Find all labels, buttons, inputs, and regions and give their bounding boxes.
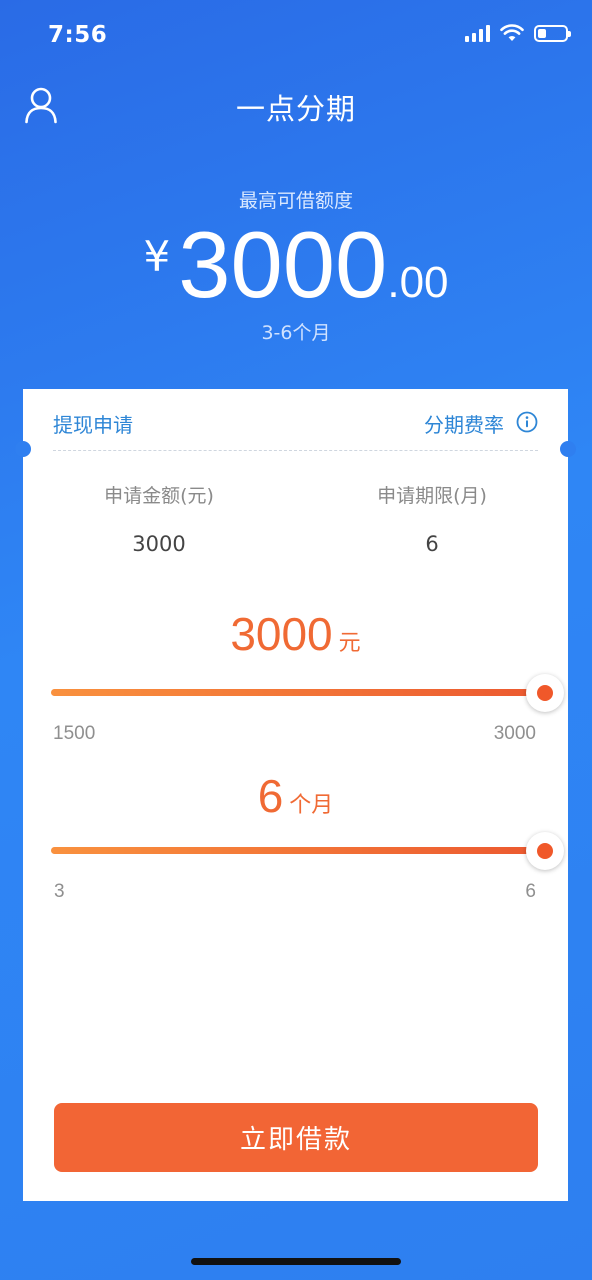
- home-indicator[interactable]: [191, 1258, 401, 1265]
- installment-rate-link[interactable]: 分期费率: [424, 409, 504, 438]
- selected-term-unit: 个月: [289, 793, 334, 818]
- withdraw-application-tab[interactable]: 提现申请: [53, 409, 133, 438]
- selected-amount-number: 3000: [230, 608, 333, 660]
- credit-term-range: 3-6个月: [261, 322, 331, 344]
- term-slider-fill: [51, 847, 531, 854]
- app-header: 一点分期: [0, 80, 592, 130]
- selected-amount-unit: 元: [338, 631, 361, 656]
- status-bar: 7:56: [0, 0, 592, 70]
- page-title: 一点分期: [235, 92, 356, 126]
- requested-amount-value: 3000: [132, 532, 186, 556]
- requested-amount-label: 申请金额(元): [104, 485, 214, 507]
- credit-limit-amount: ¥3000.00: [0, 218, 592, 312]
- card-header: 提现申请 分期费率: [53, 389, 538, 451]
- selected-amount-display: 3000 元: [23, 607, 568, 661]
- term-slider-handle[interactable]: [526, 832, 564, 870]
- requested-term-column: 申请期限(月) 6: [322, 481, 542, 556]
- status-time: 7:56: [48, 22, 108, 48]
- amount-slider-handle[interactable]: [526, 674, 564, 712]
- requested-amount-column: 申请金额(元) 3000: [49, 481, 269, 556]
- amount-min-label: 1500: [53, 723, 96, 744]
- borrow-now-button[interactable]: 立即借款: [54, 1103, 538, 1172]
- card-notch-left: [15, 441, 31, 457]
- amount-slider-track: [51, 689, 531, 696]
- info-circle-icon[interactable]: [516, 411, 538, 433]
- wifi-icon: [500, 24, 524, 41]
- term-min-label: 3: [54, 881, 65, 902]
- requested-term-label: 申请期限(月): [377, 485, 487, 507]
- credit-limit-decimal: .00: [387, 258, 449, 307]
- credit-limit-integer: 3000: [178, 212, 388, 317]
- term-max-label: 6: [525, 881, 536, 902]
- term-slider[interactable]: [51, 831, 564, 871]
- amount-max-label: 3000: [493, 723, 536, 744]
- amount-slider[interactable]: [51, 673, 564, 713]
- requested-term-value: 6: [425, 532, 439, 556]
- card-notch-right: [560, 441, 576, 457]
- status-icons: [465, 24, 571, 42]
- credit-limit-label: 最高可借额度: [238, 190, 353, 212]
- selected-term-number: 6: [257, 770, 284, 822]
- term-slider-track: [51, 847, 531, 854]
- battery-icon: [534, 24, 571, 42]
- cellular-signal-icon: [465, 24, 490, 42]
- selected-term-display: 6 个月: [23, 769, 568, 823]
- currency-symbol: ¥: [143, 232, 171, 281]
- battery-level: [538, 28, 546, 38]
- loan-application-card: 提现申请 分期费率 申请金额(元) 3000 申请期限(月) 6 3000 元 1…: [23, 389, 568, 1201]
- amount-slider-fill: [51, 689, 531, 696]
